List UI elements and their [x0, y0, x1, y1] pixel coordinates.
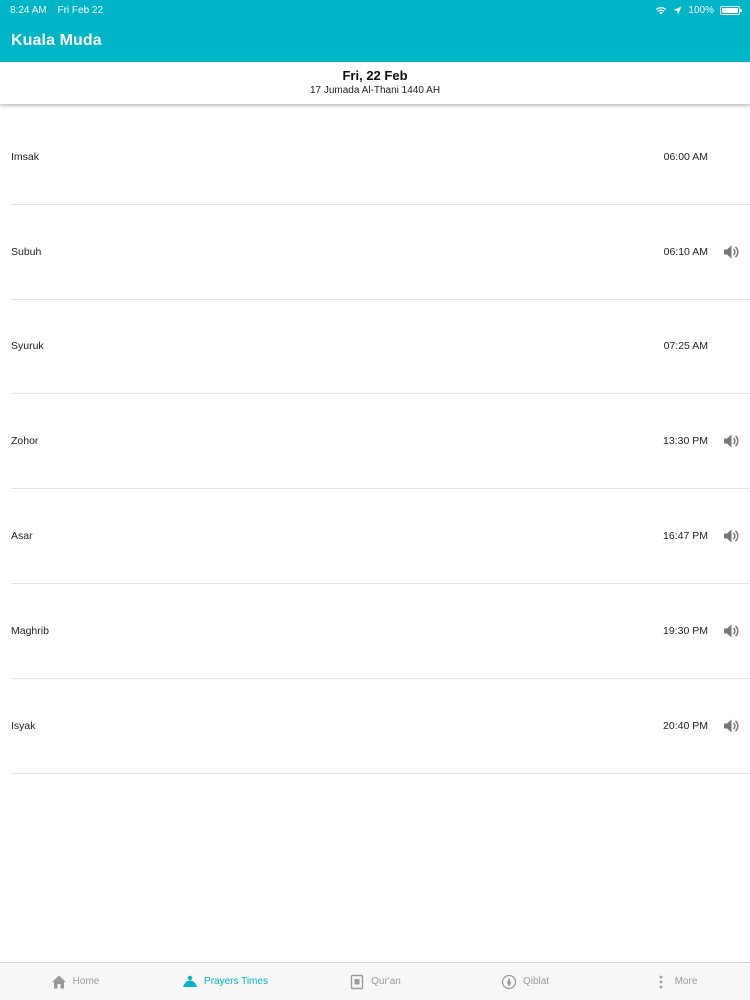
tab-label: Home [72, 976, 100, 987]
quran-icon [350, 974, 364, 989]
prayer-name: Syuruk [11, 340, 44, 353]
tab-quran[interactable]: Qur'an [300, 974, 450, 990]
status-time: 8:24 AM [10, 4, 47, 16]
location-title: Kuala Muda [11, 32, 102, 49]
prayer-row-subuh: Subuh 06:10 AM [11, 205, 750, 300]
date-header: Fri, 22 Feb 17 Jumada Al-Thani 1440 AH [0, 62, 750, 104]
status-right: 100% [655, 4, 742, 16]
prayer-time: 06:00 AM [663, 150, 708, 163]
home-icon [51, 975, 66, 988]
tab-label: Prayers Times [204, 976, 268, 987]
tab-more[interactable]: More [600, 974, 750, 990]
prayer-name: Asar [11, 530, 33, 543]
prayer-row-asar: Asar 16:47 PM [11, 489, 750, 584]
tab-label: Qur'an [371, 976, 401, 987]
prayer-row-imsak: Imsak 06:00 AM [11, 110, 750, 205]
more-icon [659, 975, 662, 988]
speaker-icon[interactable] [722, 622, 740, 640]
prayer-time: 06:10 AM [663, 245, 708, 258]
tab-qiblat[interactable]: Qiblat [450, 974, 600, 990]
gregorian-date: Fri, 22 Feb [342, 68, 408, 83]
status-bar: 8:24 AM Fri Feb 22 100% [0, 0, 750, 20]
prayer-name: Isyak [11, 719, 36, 732]
prayer-time: 19:30 PM [663, 624, 708, 637]
prayer-list: Imsak 06:00 AM Subuh 06:10 AM Syuruk 07:… [0, 110, 750, 774]
speaker-icon[interactable] [722, 527, 740, 545]
prayer-time: 13:30 PM [663, 435, 708, 448]
tab-label: Qiblat [522, 976, 550, 987]
battery-percent: 100% [688, 4, 714, 16]
prayer-name: Zohor [11, 435, 39, 448]
tab-prayers-times[interactable]: Prayers Times [150, 974, 300, 990]
speaker-icon[interactable] [722, 717, 740, 735]
prayer-time: 20:40 PM [663, 719, 708, 732]
nav-bar: Kuala Muda [0, 20, 750, 62]
prayer-row-isyak: Isyak 20:40 PM [11, 679, 750, 774]
battery-icon [720, 5, 742, 15]
prayer-icon [183, 975, 198, 987]
tab-bar: Home Prayers Times Qur'an Qiblat More [0, 962, 750, 1000]
prayer-row-maghrib: Maghrib 19:30 PM [11, 584, 750, 679]
hijri-date: 17 Jumada Al-Thani 1440 AH [309, 85, 441, 96]
location-arrow-icon [673, 6, 682, 14]
compass-icon [501, 974, 517, 989]
tab-home[interactable]: Home [0, 974, 150, 990]
prayer-name: Maghrib [11, 624, 49, 637]
prayer-row-zohor: Zohor 13:30 PM [11, 394, 750, 490]
tab-label: More [674, 976, 698, 987]
prayer-name: Subuh [11, 245, 42, 258]
wifi-icon [656, 6, 667, 14]
prayer-time: 16:47 PM [663, 530, 708, 543]
prayer-time: 07:25 AM [663, 340, 708, 353]
prayer-row-syuruk: Syuruk 07:25 AM [11, 300, 750, 395]
speaker-icon[interactable] [722, 243, 740, 261]
status-date: Fri Feb 22 [57, 4, 104, 16]
status-left: 8:24 AM Fri Feb 22 [10, 5, 111, 16]
prayer-name: Imsak [11, 150, 40, 163]
speaker-icon[interactable] [722, 432, 740, 450]
